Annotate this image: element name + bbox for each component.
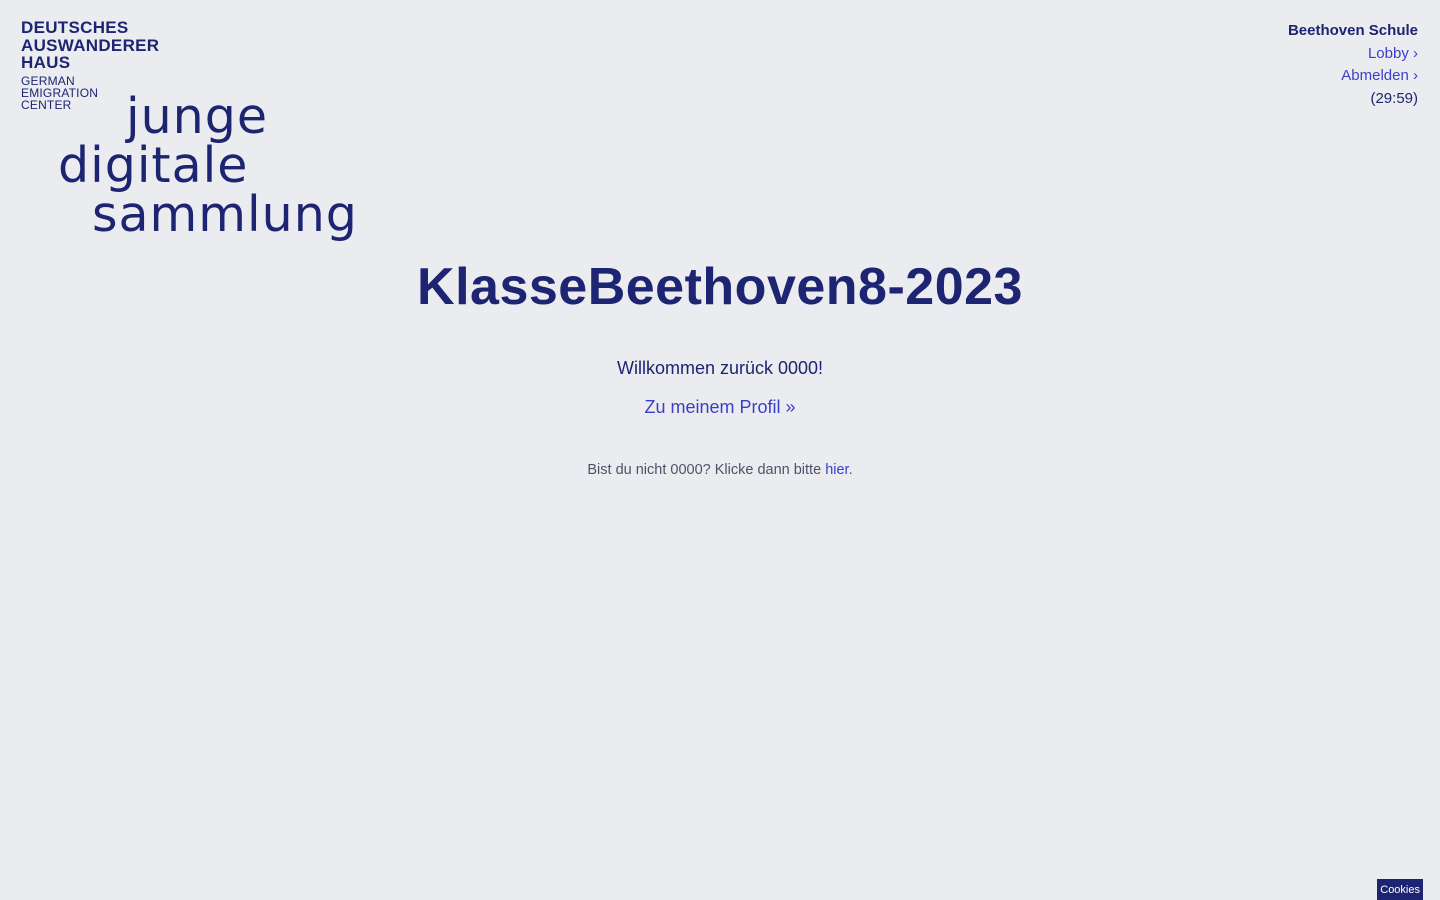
session-timer: (29:59) xyxy=(1370,89,1418,107)
junge-digitale-sammlung-logo[interactable]: junge digitale sammlung xyxy=(58,92,358,239)
not-me-suffix: . xyxy=(848,462,853,478)
profile-link[interactable]: Zu meinem Profil » xyxy=(644,397,795,418)
museum-subtitle-line: GERMAN xyxy=(21,73,75,88)
logout-link[interactable]: Abmelden › xyxy=(1288,65,1418,88)
cookies-button[interactable]: Cookies xyxy=(1377,879,1423,900)
logo-line: digitale xyxy=(58,137,249,194)
museum-name: DEUTSCHES AUSWANDERER HAUS xyxy=(21,19,159,72)
not-me-link[interactable]: hier xyxy=(825,462,848,478)
not-me-notice: Bist du nicht 0000? Klicke dann bitte hi… xyxy=(0,462,1440,478)
main-content: KlasseBeethoven8-2023 Willkommen zurück … xyxy=(0,254,1440,478)
not-me-text: Bist du nicht 0000? Klicke dann bitte xyxy=(587,462,826,478)
school-name: Beethoven Schule xyxy=(1287,22,1418,39)
logo-line: junge xyxy=(126,88,268,145)
museum-name-line: HAUS xyxy=(21,53,71,72)
museum-name-line: DEUTSCHES xyxy=(21,18,129,37)
lobby-link[interactable]: Lobby › xyxy=(1288,43,1418,66)
page-title: KlasseBeethoven8-2023 xyxy=(417,258,1023,316)
top-navigation: Beethoven Schule Lobby › Abmelden › (29:… xyxy=(1288,20,1418,110)
logo-line: sammlung xyxy=(92,186,358,243)
museum-name-line: AUSWANDERER xyxy=(21,35,160,55)
welcome-message: Willkommen zurück 0000! xyxy=(616,358,824,378)
